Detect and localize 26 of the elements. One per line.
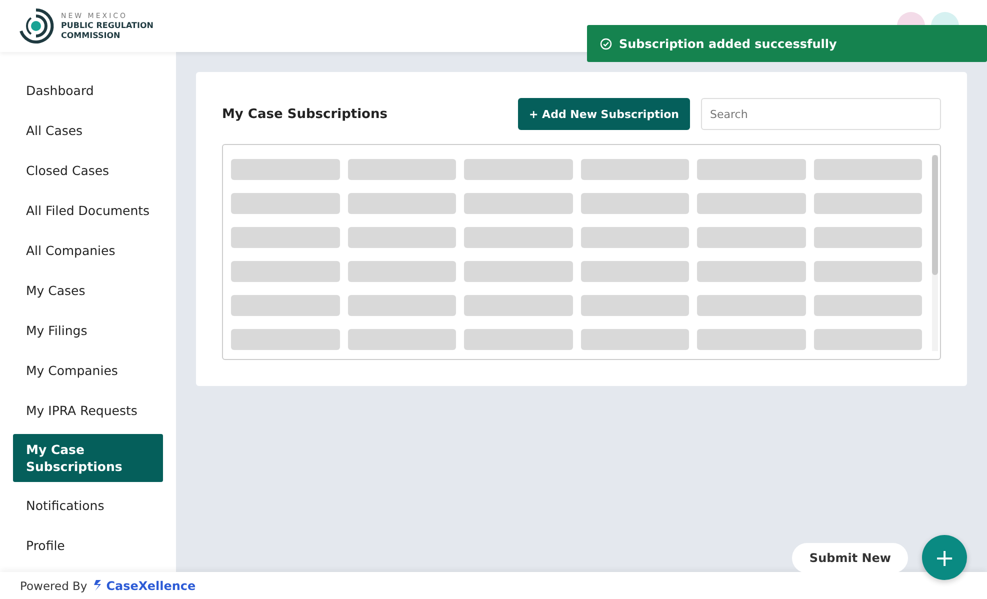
sidebar-item[interactable]: Closed Cases <box>13 154 163 187</box>
logo-icon <box>17 7 55 45</box>
sidebar-item[interactable]: Profile <box>13 529 163 562</box>
sidebar-item[interactable]: Notifications <box>13 489 163 522</box>
sidebar-item[interactable]: All Companies <box>13 234 163 267</box>
sidebar-item[interactable]: Dashboard <box>13 74 163 107</box>
logo-title: PUBLIC REGULATION <box>61 21 154 31</box>
search-field[interactable]: Search <box>701 98 941 130</box>
brand-name: CaseXellence <box>106 578 196 592</box>
panel-title: My Case Subscriptions <box>222 106 388 122</box>
add-button[interactable]: + <box>922 535 967 580</box>
add-subscription-button[interactable]: + Add New Subscription <box>518 98 690 130</box>
sidebar-item[interactable]: My Case Subscriptions <box>13 434 163 482</box>
toast-message: Subscription added successfully <box>619 36 837 50</box>
powered-by-text: Powered By <box>20 578 88 592</box>
sidebar-item[interactable]: All Cases <box>13 114 163 147</box>
logo-title: COMMISSION <box>61 31 122 41</box>
sidebar-item[interactable]: My Companies <box>13 354 163 387</box>
check-circle-icon <box>600 38 612 50</box>
brand-logo-icon <box>93 579 102 592</box>
submit-new-label: Submit New <box>792 542 908 572</box>
scrollbar[interactable] <box>932 155 938 351</box>
sidebar-item[interactable]: All Filed Documents <box>13 194 163 227</box>
sidebar-item[interactable]: My Filings <box>13 314 163 347</box>
sidebar-item[interactable]: My IPRA Requests <box>13 394 163 427</box>
sidebar-item[interactable]: My Cases <box>13 274 163 307</box>
